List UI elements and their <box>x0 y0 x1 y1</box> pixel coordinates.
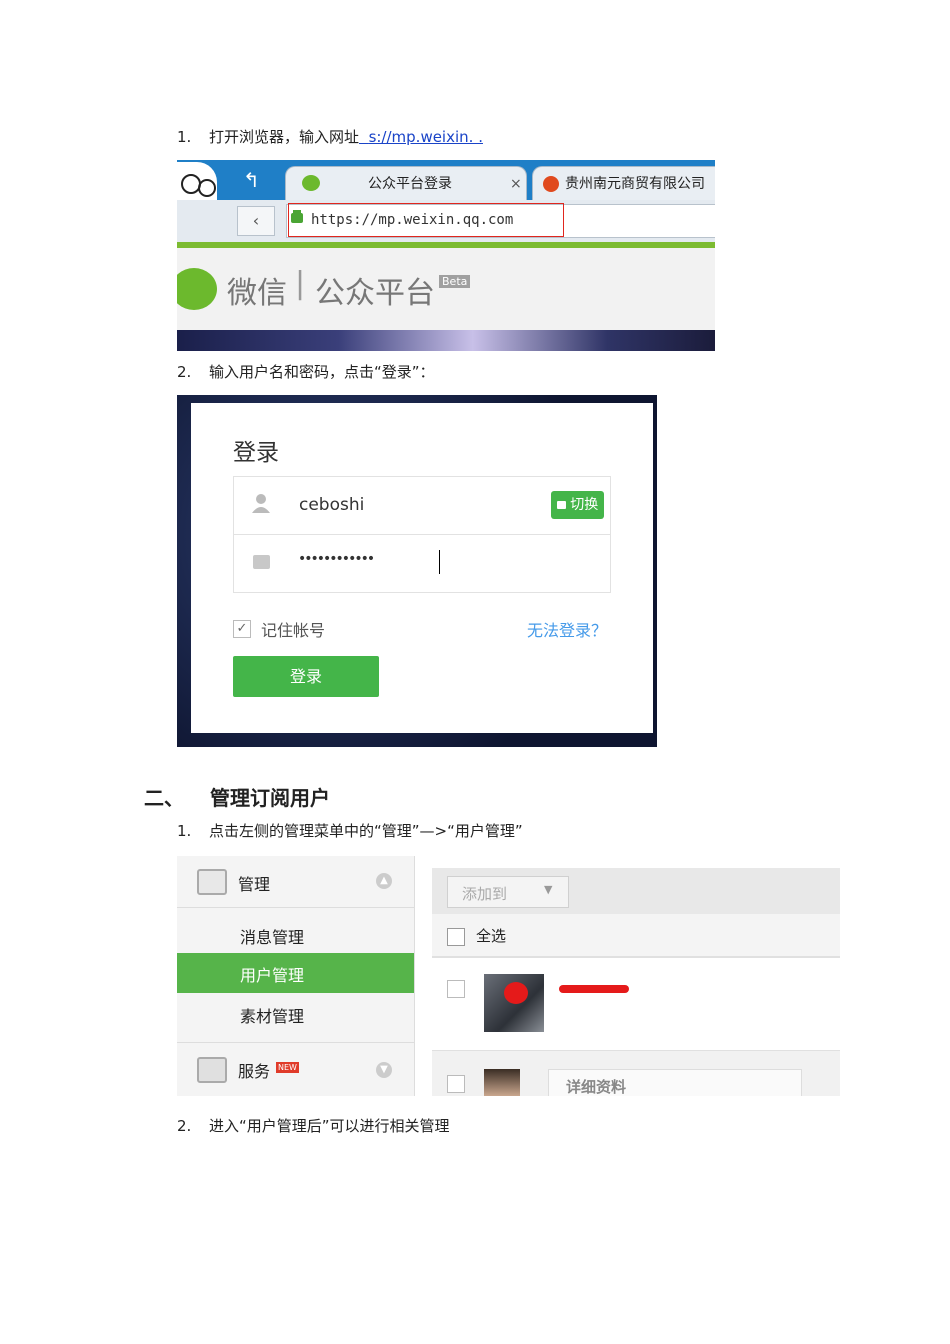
step-text: 进入“用户管理后”可以进行相关管理 <box>209 1117 450 1135</box>
section-heading: 二、 管理订阅用户 <box>144 782 330 811</box>
step-number: 2. <box>177 363 192 381</box>
select-all-row: 全选 <box>432 914 840 958</box>
remember-checkbox[interactable]: ✓ <box>233 620 251 638</box>
lock-icon <box>253 555 270 569</box>
wechat-icon <box>302 175 320 191</box>
browser-tab-bar: ↰ 公众平台登录 × 贵州南元商贸有限公司 <box>177 160 715 230</box>
beta-badge: Beta <box>439 275 471 288</box>
section-title: 管理订阅用户 <box>210 786 330 810</box>
select-all-label: 全选 <box>476 927 507 945</box>
banner-space-image <box>177 330 715 351</box>
login-button[interactable]: 登录 <box>233 656 379 697</box>
remember-label: 记住帐号 <box>261 621 326 640</box>
step-4: 2. 进入“用户管理后”可以进行相关管理 <box>177 1116 450 1136</box>
tab-other[interactable]: 贵州南元商贸有限公司 <box>532 166 715 201</box>
menu-item-label: 用户管理 <box>240 966 305 985</box>
add-to-dropdown[interactable]: 添加到 ▼ <box>447 876 569 908</box>
username-value: ceboshi <box>299 495 365 515</box>
step-3: 1. 点击左侧的管理菜单中的“管理”—>“用户管理” <box>177 821 523 841</box>
inbox-icon <box>197 869 227 895</box>
site-favicon-icon <box>543 176 559 192</box>
brand-separator: | <box>295 266 306 301</box>
menu-header[interactable]: 管理 ▲ <box>177 856 415 908</box>
username-field[interactable]: ceboshi 切换 <box>233 476 611 535</box>
platform-text: 公众平台 <box>315 276 435 311</box>
step-number: 1. <box>177 822 192 840</box>
password-field[interactable]: •••••••••••• <box>233 534 611 593</box>
toolbar: 添加到 ▼ <box>432 868 840 914</box>
menu-item-material[interactable]: 素材管理 <box>240 1003 304 1027</box>
cannot-login-link[interactable]: 无法登录？ <box>527 617 607 641</box>
text-cursor <box>439 550 440 574</box>
tab-title: 公众平台登录 <box>368 176 452 192</box>
detail-label: 详细资料 <box>566 1078 627 1096</box>
collapse-icon[interactable]: ▲ <box>376 873 392 889</box>
admin-screenshot: 管理 ▲ 消息管理 用户管理 素材管理 服务 NEW ▼ 添加到 ▼ 全选 详细… <box>177 856 840 1096</box>
wechat-banner: 微信 | 公众平台 Beta <box>177 248 715 330</box>
user-icon <box>252 493 270 513</box>
back-arrow-icon[interactable]: ↰ <box>243 168 260 192</box>
password-value: •••••••••••• <box>298 551 375 567</box>
tab-active[interactable]: 公众平台登录 × <box>285 166 527 201</box>
login-card: 登录 ceboshi 切换 •••••••••••• ✓ 记住帐号 无法登录？ … <box>191 403 653 733</box>
tab-title: 贵州南元商贸有限公司 <box>565 176 705 192</box>
user-row: 详细资料 <box>432 1050 840 1096</box>
user-row <box>432 958 840 1048</box>
chevron-down-icon: ▼ <box>544 883 553 896</box>
close-icon[interactable]: × <box>510 167 522 201</box>
step-2: 2. 输入用户名和密码，点击“登录”： <box>177 362 435 382</box>
login-screenshot: 登录 ceboshi 切换 •••••••••••• ✓ 记住帐号 无法登录？ … <box>177 395 657 747</box>
step-number: 2. <box>177 1117 192 1135</box>
menu-service[interactable]: 服务 NEW ▼ <box>177 1042 415 1096</box>
detail-tab[interactable]: 详细资料 <box>548 1069 802 1096</box>
redaction-mark <box>504 982 528 1004</box>
printer-icon <box>197 1057 227 1083</box>
url-link[interactable]: s://mp.weixin. . <box>359 128 483 146</box>
highlight-frame <box>288 203 564 237</box>
menu-header-label: 管理 <box>238 875 271 894</box>
add-to-label: 添加到 <box>462 885 508 903</box>
step-1: 1. 打开浏览器，输入网址 s://mp.weixin. . <box>177 127 483 147</box>
step-number: 1. <box>177 128 192 146</box>
service-label: 服务 <box>238 1062 271 1081</box>
login-title: 登录 <box>233 440 279 466</box>
expand-icon[interactable]: ▼ <box>376 1062 392 1078</box>
redaction-mark <box>559 985 629 993</box>
back-button[interactable]: ‹ <box>237 206 275 236</box>
row-checkbox[interactable] <box>447 1075 465 1093</box>
menu-list: 消息管理 用户管理 素材管理 <box>177 908 415 1042</box>
switch-button[interactable]: 切换 <box>551 491 604 519</box>
step-text: 打开浏览器，输入网址 <box>209 128 360 146</box>
avatar <box>484 1069 520 1096</box>
wechat-logo-icon <box>177 268 217 310</box>
select-all-checkbox[interactable] <box>447 928 465 946</box>
section-number: 二、 <box>144 786 184 810</box>
new-badge: NEW <box>276 1062 299 1073</box>
menu-item-message[interactable]: 消息管理 <box>240 924 304 948</box>
browser-screenshot: ↰ 公众平台登录 × 贵州南元商贸有限公司 ‹ https://mp.weixi… <box>177 160 715 351</box>
step-text: 点击左侧的管理菜单中的“管理”—>“用户管理” <box>209 822 523 840</box>
step-text: 输入用户名和密码，点击“登录”： <box>209 363 435 381</box>
lock-icon <box>556 501 566 509</box>
menu-item-user-active[interactable]: 用户管理 <box>177 953 414 993</box>
row-checkbox[interactable] <box>447 980 465 998</box>
brand-text: 微信 <box>227 276 287 311</box>
